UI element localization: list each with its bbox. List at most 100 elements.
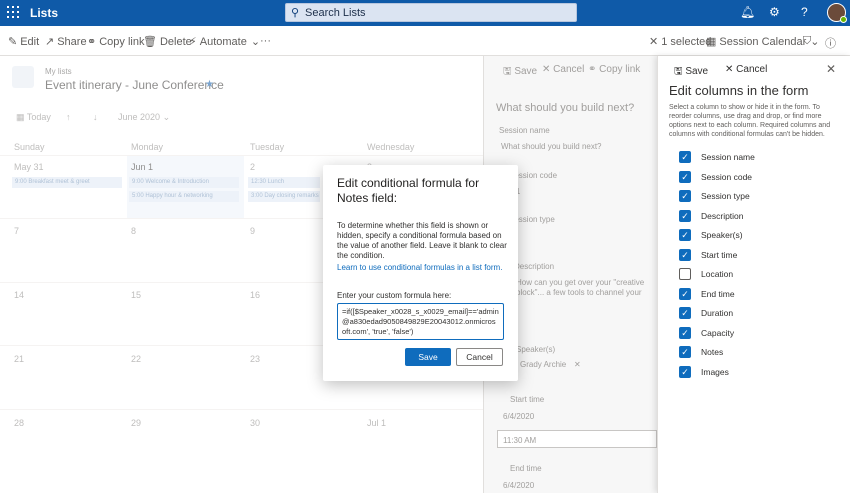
- date-cell[interactable]: 9: [250, 226, 255, 236]
- learn-more-link[interactable]: Learn to use conditional formulas in a l…: [337, 263, 507, 273]
- app-title[interactable]: Lists: [30, 6, 58, 20]
- search-icon: ⚲: [291, 7, 300, 19]
- filter-icon[interactable]: ⛉: [803, 35, 811, 48]
- bell-icon[interactable]: 🔔︎: [740, 5, 755, 19]
- column-name: Images: [701, 366, 729, 377]
- checkbox-checked-icon[interactable]: ✓: [679, 326, 691, 339]
- field-label: Speaker(s): [516, 345, 556, 354]
- end-date-field[interactable]: 6/4/2020: [503, 481, 534, 490]
- date-cell[interactable]: May 31: [14, 162, 44, 172]
- calendar-event[interactable]: 5:00 Happy hour & networking: [129, 191, 239, 202]
- close-icon: ✕: [725, 64, 737, 75]
- link-icon: ⚭: [87, 36, 97, 48]
- column-name: Description: [701, 210, 744, 221]
- cancel-button[interactable]: Cancel: [456, 348, 503, 366]
- app-launcher-icon[interactable]: [7, 6, 19, 18]
- checkbox-checked-icon[interactable]: ✓: [679, 151, 691, 163]
- delete-button[interactable]: 🗑︎ Delete: [143, 35, 192, 48]
- form-copy-link-button[interactable]: ⚭ Copy link: [588, 64, 640, 75]
- day-header: Monday: [131, 142, 164, 152]
- calendar-event[interactable]: 12:30 Lunch: [248, 177, 320, 188]
- date-cell[interactable]: 29: [131, 418, 141, 428]
- field-label: Description: [514, 262, 555, 271]
- checkbox-checked-icon[interactable]: ✓: [679, 190, 691, 202]
- date-cell[interactable]: 16: [250, 290, 260, 300]
- clear-selection-button[interactable]: ✕ 1 selected: [649, 35, 711, 48]
- form-cancel-button[interactable]: ✕ Cancel: [542, 64, 584, 75]
- column-name: Session name: [701, 152, 755, 162]
- search-placeholder: Search Lists: [305, 7, 366, 19]
- date-cell[interactable]: 15: [131, 290, 141, 300]
- info-icon[interactable]: ⓘ: [825, 35, 836, 51]
- columns-save-button[interactable]: 🖫︎ Save: [674, 64, 708, 81]
- checkbox-checked-icon[interactable]: ✓: [679, 209, 691, 222]
- search-box[interactable]: ⚲ Search Lists: [285, 3, 577, 22]
- share-button[interactable]: ↗ Share: [45, 35, 87, 48]
- start-date-field[interactable]: 6/4/2020: [503, 412, 534, 421]
- day-header: Wednesday: [367, 142, 415, 152]
- checkbox-checked-icon[interactable]: ✓: [679, 365, 691, 378]
- date-cell[interactable]: 22: [131, 354, 141, 364]
- divider: [0, 409, 483, 410]
- columns-cancel-button[interactable]: ✕ Cancel: [725, 64, 767, 75]
- edit-button[interactable]: ✎ Edit: [8, 35, 39, 48]
- chevron-down-icon: ⌄: [250, 36, 261, 48]
- close-panel-icon[interactable]: ✕: [826, 62, 836, 76]
- favorite-star-icon[interactable]: ★: [205, 79, 214, 90]
- help-icon[interactable]: ?: [801, 5, 808, 19]
- remove-speaker-icon[interactable]: ✕: [574, 360, 581, 369]
- session-name-field[interactable]: What should you build next?: [501, 142, 602, 151]
- pencil-icon: ✎: [8, 36, 18, 48]
- day-header: Tuesday: [250, 142, 285, 152]
- date-cell[interactable]: Jun 1: [131, 162, 153, 172]
- close-icon: ✕: [542, 64, 554, 75]
- month-picker[interactable]: June 2020 ⌄: [118, 112, 170, 123]
- next-arrow-icon[interactable]: ↓: [93, 112, 98, 122]
- checkbox-checked-icon[interactable]: ✓: [679, 287, 691, 300]
- date-cell[interactable]: 8: [131, 226, 136, 236]
- formula-input[interactable]: =if([$Speaker_x0028_s_x0029_email]=='adm…: [337, 303, 504, 340]
- column-name: Start time: [701, 249, 738, 260]
- checkbox-checked-icon[interactable]: ✓: [679, 248, 691, 261]
- column-name: Speaker(s): [701, 230, 743, 240]
- today-button[interactable]: ▦ Today: [16, 112, 51, 123]
- checkbox-checked-icon[interactable]: ✓: [679, 229, 691, 241]
- field-label: Session name: [499, 126, 550, 135]
- chevron-down-icon: ⌄: [162, 112, 171, 122]
- save-button[interactable]: Save: [405, 348, 451, 366]
- form-save-button[interactable]: 🖫︎ Save: [503, 64, 537, 81]
- checkbox-checked-icon[interactable]: ✓: [679, 170, 691, 183]
- breadcrumb[interactable]: My lists: [45, 67, 72, 76]
- panel-description: Select a column to show or hide it in th…: [669, 104, 831, 138]
- gear-icon[interactable]: ⚙: [769, 5, 780, 19]
- speaker-chip[interactable]: Grady Archie: [520, 360, 566, 369]
- checkbox-checked-icon[interactable]: ✓: [679, 307, 691, 319]
- avatar[interactable]: [827, 3, 847, 23]
- more-options-icon[interactable]: ···: [260, 35, 271, 47]
- checkbox-unchecked-icon[interactable]: [679, 268, 691, 280]
- date-cell[interactable]: 28: [14, 418, 24, 428]
- calendar-event[interactable]: 9:00 Welcome & Introduction: [129, 177, 239, 188]
- date-cell[interactable]: 23: [250, 354, 260, 364]
- share-icon: ↗: [45, 36, 55, 48]
- list-icon: [12, 66, 34, 88]
- link-icon: ⚭: [588, 64, 600, 75]
- date-cell[interactable]: Jul 1: [367, 418, 386, 428]
- column-name: End time: [701, 288, 735, 299]
- date-cell[interactable]: 14: [14, 290, 24, 300]
- calendar-event[interactable]: 3:00 Day closing remarks: [248, 191, 320, 202]
- previous-arrow-icon[interactable]: ↑: [66, 112, 71, 122]
- date-cell[interactable]: 7: [14, 226, 19, 236]
- date-cell[interactable]: 21: [14, 354, 24, 364]
- automate-button[interactable]: ⚡︎ Automate ⌄: [189, 35, 260, 48]
- save-icon: 🖫︎: [503, 66, 515, 77]
- start-time-value: 11:30 AM: [503, 436, 537, 445]
- calendar-icon: ▦: [16, 112, 27, 122]
- date-cell[interactable]: 30: [250, 418, 260, 428]
- form-heading: What should you build next?: [496, 102, 635, 114]
- calendar-event[interactable]: 9:00 Breakfast meet & greet: [12, 177, 122, 188]
- checkbox-checked-icon[interactable]: ✓: [679, 346, 691, 358]
- date-cell[interactable]: 2: [250, 162, 255, 172]
- description-field[interactable]: How can you get over your "creative bloc…: [516, 278, 656, 298]
- copy-link-button[interactable]: ⚭ Copy link: [87, 35, 144, 48]
